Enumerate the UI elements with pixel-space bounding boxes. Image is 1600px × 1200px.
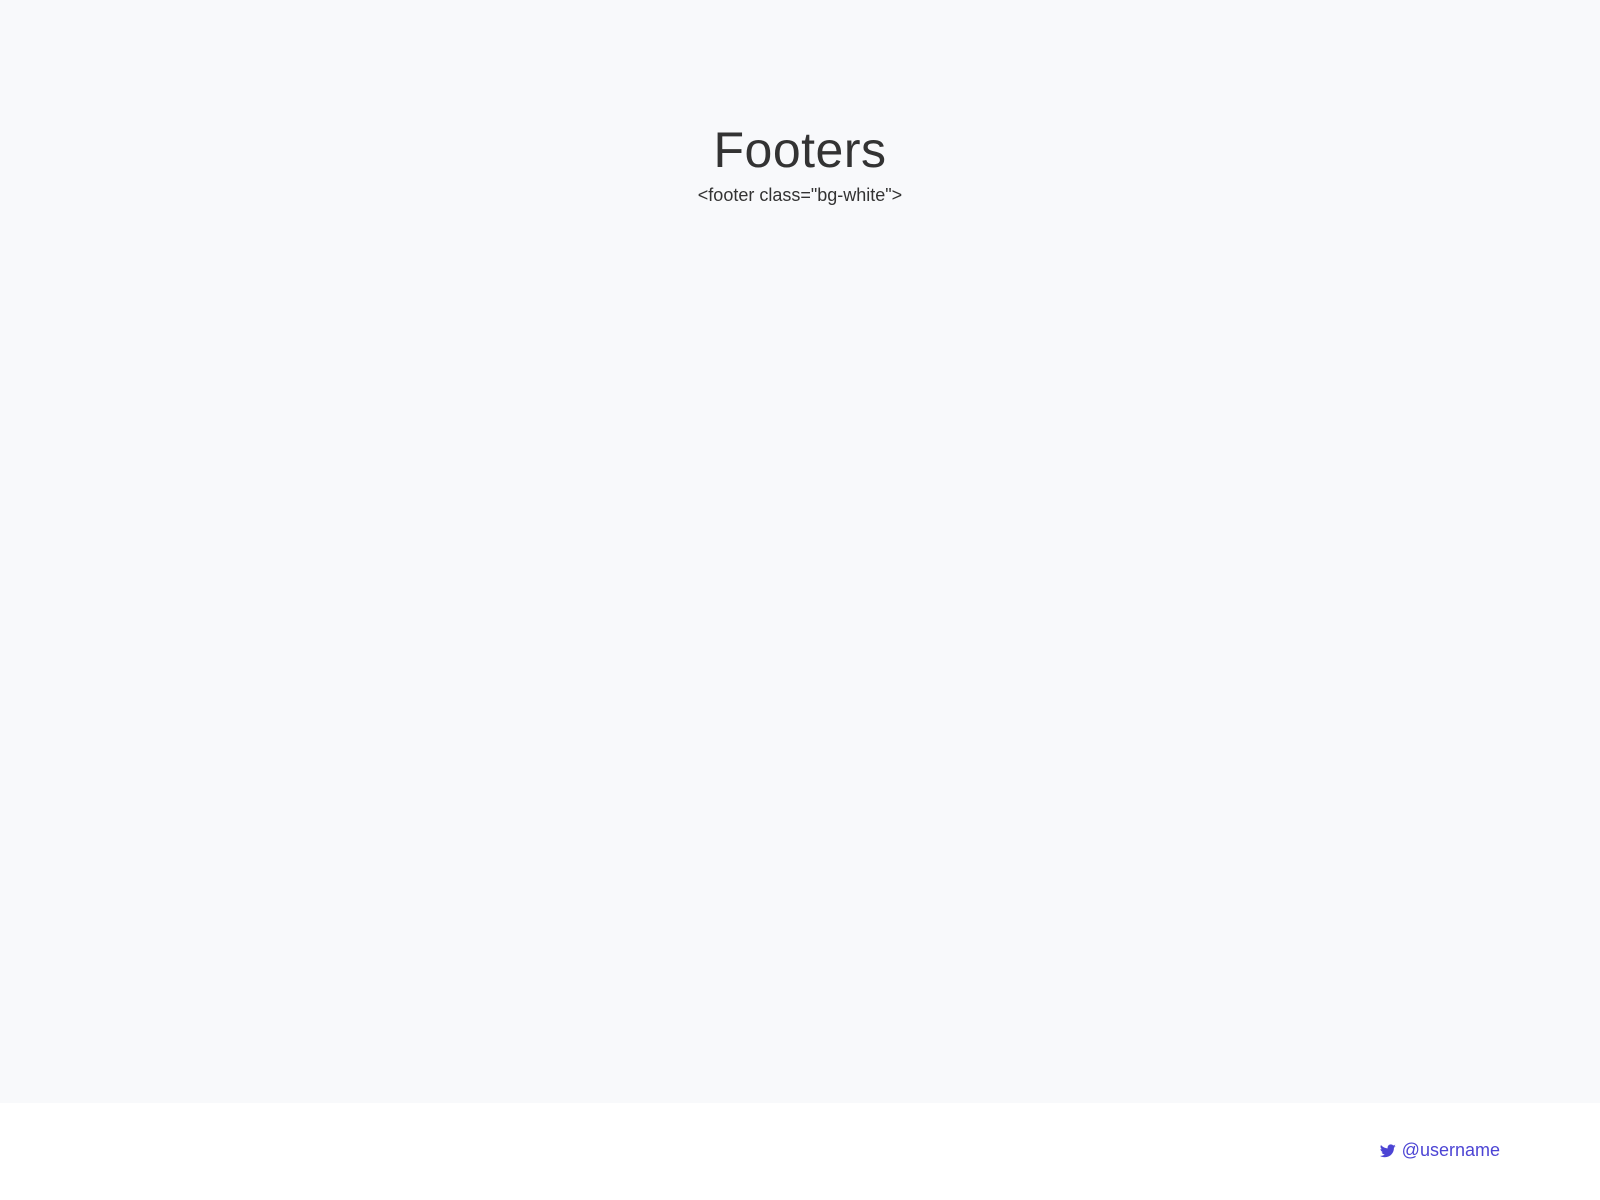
page-content: Footers <footer class="bg-white"> <box>0 0 1600 1103</box>
twitter-username: @username <box>1401 1140 1500 1160</box>
hero-section: Footers <footer class="bg-white"> <box>0 118 1600 208</box>
page-title: Footers <box>713 122 887 178</box>
twitter-username-link[interactable]: @username <box>1379 1139 1500 1161</box>
code-caption: <footer class="bg-white"> <box>697 185 903 205</box>
twitter-icon <box>1379 1144 1396 1158</box>
footer: @username <box>0 1103 1600 1200</box>
